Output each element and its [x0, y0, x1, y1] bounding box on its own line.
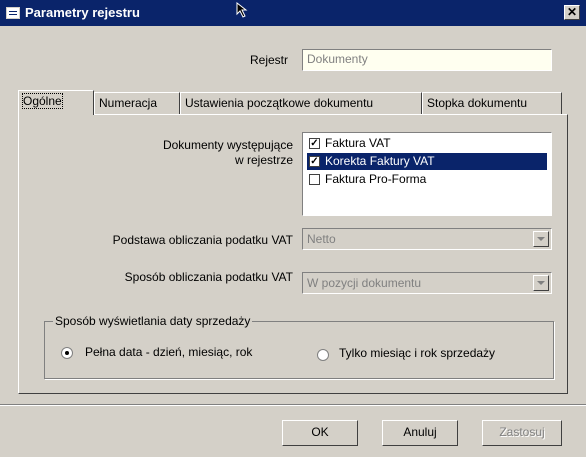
tab-label: Numeracja	[99, 96, 158, 110]
radio-month-year[interactable]	[317, 349, 329, 361]
tab-stopka-dokumentu[interactable]: Stopka dokumentu	[422, 92, 562, 114]
vat-base-value: Netto	[307, 232, 336, 246]
window-title: Parametry rejestru	[25, 5, 140, 20]
tab-label: Ustawienia początkowe dokumentu	[185, 96, 374, 110]
vat-base-label: Podstawa obliczania podatku VAT	[112, 233, 293, 247]
group-caption: Sposób wyświetlania daty sprzedaży	[53, 314, 253, 328]
chevron-down-icon[interactable]	[533, 231, 549, 247]
documents-label: Dokumenty występujące	[162, 138, 293, 152]
documents-label-line2: w rejestrze	[234, 153, 293, 167]
checkbox[interactable]: ✓	[309, 156, 320, 167]
vat-method-value: W pozycji dokumentu	[307, 276, 422, 290]
vat-method-select[interactable]: W pozycji dokumentu	[302, 272, 552, 294]
rejestr-field[interactable]: Dokumenty	[302, 49, 552, 71]
mouse-cursor-icon	[236, 2, 248, 18]
documents-listbox[interactable]: ✓ Faktura VAT ✓ Korekta Faktury VAT Fakt…	[302, 132, 552, 216]
list-item[interactable]: ✓ Korekta Faktury VAT	[307, 153, 547, 170]
tab-label: Stopka dokumentu	[427, 96, 528, 110]
separator	[0, 404, 586, 406]
rejestr-label: Rejestr	[250, 53, 289, 67]
tab-ogolne[interactable]: Ogólne	[18, 90, 94, 115]
list-item-label: Faktura Pro-Forma	[325, 172, 427, 186]
vat-base-select[interactable]: Netto	[302, 228, 552, 250]
close-button[interactable]: ✕	[564, 5, 580, 20]
tab-label: Ogólne	[22, 93, 63, 109]
date-display-group: Sposób wyświetlania daty sprzedaży Pełna…	[44, 314, 554, 379]
list-item-label: Korekta Faktury VAT	[325, 154, 435, 168]
tab-numeracja[interactable]: Numeracja	[94, 92, 180, 114]
list-item[interactable]: Faktura Pro-Forma	[307, 171, 547, 188]
tab-ustawienia-poczatkowe[interactable]: Ustawienia początkowe dokumentu	[180, 92, 422, 114]
table-icon	[6, 7, 20, 19]
apply-button[interactable]: Zastosuj	[482, 420, 562, 446]
dialog-window: Parametry rejestru ✕ Rejestr Dokumenty O…	[0, 0, 586, 457]
radio-full-date[interactable]	[61, 347, 73, 359]
list-item[interactable]: ✓ Faktura VAT	[307, 135, 547, 152]
radio-month-year-label[interactable]: Tylko miesiąc i rok sprzedaży	[339, 346, 495, 360]
vat-method-label: Sposób obliczania podatku VAT	[124, 270, 293, 284]
list-item-label: Faktura VAT	[325, 136, 391, 150]
cancel-button[interactable]: Anuluj	[382, 420, 458, 446]
radio-full-date-label[interactable]: Pełna data - dzień, miesiąc, rok	[85, 345, 252, 359]
title-bar[interactable]: Parametry rejestru ✕	[0, 0, 586, 26]
ok-button[interactable]: OK	[282, 420, 358, 446]
chevron-down-icon[interactable]	[533, 275, 549, 291]
checkbox[interactable]: ✓	[309, 138, 320, 149]
checkbox[interactable]	[309, 174, 320, 185]
